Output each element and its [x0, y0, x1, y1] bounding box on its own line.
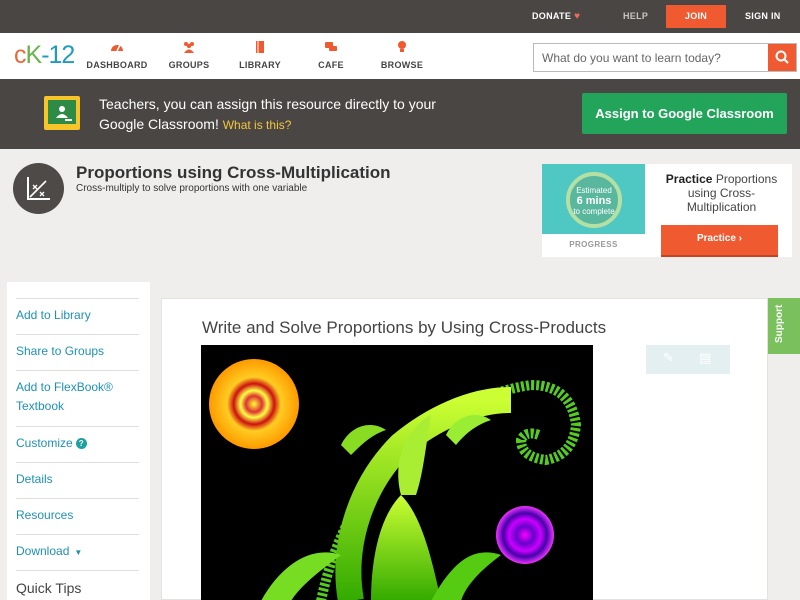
practice-title-bold: Practice — [665, 172, 713, 186]
divider — [16, 426, 139, 427]
donate-link[interactable]: DONATE ♥ — [532, 11, 580, 22]
divider — [16, 462, 139, 463]
nav-library[interactable]: LIBRARY — [220, 40, 300, 70]
pencil-icon[interactable]: ✎ — [663, 350, 674, 366]
to-complete-label: to complete — [573, 207, 615, 216]
nav-groups-label: GROUPS — [168, 60, 210, 70]
sign-in-link[interactable]: SIGN IN — [745, 11, 781, 21]
help-badge-icon[interactable]: ? — [75, 438, 87, 449]
ck12-logo[interactable]: cK-12 — [14, 41, 75, 70]
help-link[interactable]: HELP — [623, 11, 648, 21]
google-classroom-icon — [44, 96, 80, 130]
nav-browse[interactable]: BROWSE — [362, 40, 442, 70]
content-card: Write and Solve Proportions by Using Cro… — [161, 298, 768, 600]
concept-subtitle: Cross-multiply to solve proportions with… — [76, 183, 308, 194]
library-icon — [256, 41, 264, 53]
logo-12: -12 — [41, 41, 75, 69]
add-to-flexbook-link[interactable]: Add to FlexBook® Textbook — [16, 378, 139, 416]
main-nav-bar: cK-12 DASHBOARD GROUPS LIBRARY CAFE BROW… — [0, 33, 800, 79]
nav-dashboard-label: DASHBOARD — [86, 60, 148, 70]
what-is-this-link[interactable]: What is this? — [223, 118, 292, 132]
search-icon — [775, 50, 789, 64]
content-tools: ✎ ▤ — [646, 345, 730, 374]
content-title: Write and Solve Proportions by Using Cro… — [202, 318, 607, 337]
search-box — [533, 43, 797, 72]
support-tab[interactable]: Support — [768, 298, 800, 354]
resources-link[interactable]: Resources — [16, 506, 139, 525]
search-button[interactable] — [768, 44, 796, 71]
customize-link[interactable]: Customize? — [16, 434, 139, 453]
groups-icon — [184, 42, 194, 53]
top-utility-bar: DONATE ♥ HELP JOIN SIGN IN — [0, 0, 800, 33]
practice-button-label: Practice — [696, 233, 736, 244]
concept-title: Proportions using Cross-Multiplication — [76, 163, 391, 182]
progress-label: PROGRESS — [569, 240, 618, 249]
nav-cafe-label: CAFE — [318, 60, 344, 70]
practice-card: Estimated 6 mins to complete PROGRESS Pr… — [542, 164, 792, 257]
quick-tips-heading[interactable]: Quick Tips — [16, 579, 139, 598]
practice-progress-image: Estimated 6 mins to complete — [542, 164, 645, 234]
dashboard-icon — [111, 44, 123, 52]
caret-down-icon: ▼ — [74, 548, 83, 557]
nav-browse-label: BROWSE — [380, 60, 424, 70]
share-to-groups-link[interactable]: Share to Groups — [16, 342, 139, 361]
estimated-time-badge: Estimated 6 mins to complete — [566, 172, 622, 228]
support-label: Support — [774, 304, 785, 343]
nav-dashboard[interactable]: DASHBOARD — [77, 40, 157, 70]
notes-icon[interactable]: ▤ — [699, 350, 711, 366]
divider — [16, 298, 139, 299]
nav-library-label: LIBRARY — [239, 60, 281, 70]
main-content: Write and Solve Proportions by Using Cro… — [150, 282, 796, 600]
practice-button[interactable]: Practice › — [661, 225, 778, 255]
divider — [16, 370, 139, 371]
divider — [16, 534, 139, 535]
left-sidebar: Add to Library Share to Groups Add to Fl… — [7, 282, 150, 600]
practice-title: Practice Proportions using Cross-Multipl… — [658, 172, 785, 214]
download-label: Download — [16, 544, 70, 558]
fractal-image — [201, 345, 593, 600]
divider — [16, 498, 139, 499]
details-link[interactable]: Details — [16, 470, 139, 489]
logo-c: c — [14, 41, 26, 69]
donate-label: DONATE — [532, 11, 572, 21]
logo-k: K — [25, 41, 43, 69]
download-link[interactable]: Download ▼ — [16, 542, 139, 562]
google-classroom-banner: Teachers, you can assign this resource d… — [0, 79, 800, 149]
add-to-library-link[interactable]: Add to Library — [16, 306, 139, 325]
nav-groups[interactable]: GROUPS — [149, 40, 229, 70]
browse-icon — [398, 41, 406, 52]
join-button[interactable]: JOIN — [666, 5, 726, 28]
customize-label: Customize — [16, 436, 73, 450]
divider — [16, 334, 139, 335]
divider — [16, 570, 139, 571]
concept-graph-icon — [13, 163, 64, 214]
banner-message: Teachers, you can assign this resource d… — [99, 94, 479, 135]
nav-cafe[interactable]: CAFE — [291, 40, 371, 70]
assign-google-classroom-button[interactable]: Assign to Google Classroom — [582, 93, 787, 134]
heart-icon: ♥ — [574, 11, 581, 22]
cafe-icon — [325, 42, 337, 51]
chevron-right-icon: › — [738, 233, 743, 244]
estimated-mins: 6 mins — [576, 195, 612, 207]
search-input[interactable] — [534, 44, 769, 71]
